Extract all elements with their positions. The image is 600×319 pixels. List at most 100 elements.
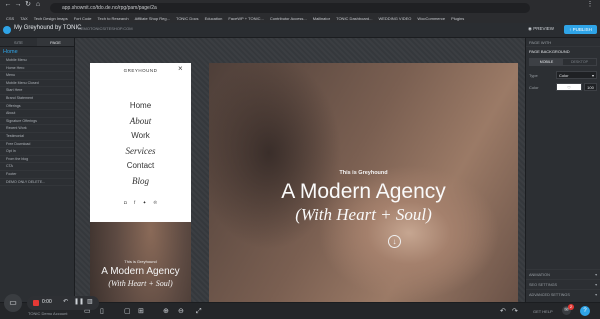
- publish-button[interactable]: ↑ PUBLISH: [564, 25, 597, 34]
- bookmark-item[interactable]: FaceWP + TONIC...: [228, 14, 263, 23]
- type-select[interactable]: Color ▾: [556, 71, 597, 79]
- section-list-item[interactable]: Signature Offerings: [0, 118, 74, 126]
- bookmark-item[interactable]: WooCommerce: [417, 14, 445, 23]
- toggle-mobile[interactable]: MOBILE: [530, 59, 563, 65]
- mobile-preview-frame[interactable]: GREYHOUND × Home About Work Services Contact…: [90, 63, 191, 302]
- section-list-item[interactable]: About: [0, 110, 74, 118]
- reload-icon[interactable]: ↻: [24, 1, 32, 9]
- help-icon[interactable]: ?: [580, 306, 590, 316]
- publish-label: PUBLISH: [572, 27, 592, 32]
- left-panel: SITE PAGE Home Mobile Menu Home Hero Menu M…: [0, 38, 75, 302]
- bookmark-item[interactable]: Tech to Research: [98, 14, 129, 23]
- section-list-label: CTA: [6, 164, 13, 169]
- instagram-icon[interactable]: ◘: [124, 200, 127, 205]
- bookmark-item[interactable]: Fort Code: [74, 14, 92, 23]
- settings-accordion-item[interactable]: ANIMATION ▾: [526, 269, 600, 279]
- get-help-button[interactable]: GET HELP: [533, 309, 553, 314]
- bookmark-item[interactable]: WEDDING VIDEO: [378, 14, 411, 23]
- section-list-item[interactable]: From the blog: [0, 156, 74, 164]
- bookmark-item[interactable]: Contributor Access...: [270, 14, 307, 23]
- forward-icon[interactable]: →: [14, 1, 22, 9]
- bookmark-item[interactable]: CSS: [6, 14, 14, 23]
- facebook-icon[interactable]: f: [134, 200, 135, 205]
- desktop-preview-frame[interactable]: This is Greyhound A Modern Agency (With …: [209, 63, 518, 302]
- section-list-item[interactable]: Start Here: [0, 87, 74, 95]
- section-list-label: Signature Offerings: [6, 118, 37, 123]
- section-list-item[interactable]: Home Hero: [0, 65, 74, 73]
- address-bar[interactable]: app.shownit.co/tdo.de.no/rpg/pam/page/2a: [50, 3, 530, 13]
- tab-page[interactable]: PAGE: [37, 38, 74, 46]
- bookmark-item[interactable]: Tech Design Imaps: [34, 14, 68, 23]
- section-list-item[interactable]: Free Download: [0, 141, 74, 149]
- mobile-menu-link[interactable]: Services: [90, 146, 191, 156]
- section-list-item[interactable]: Footer: [0, 171, 74, 179]
- color-swatch[interactable]: ♡: [556, 83, 582, 91]
- mobile-menu-panel: GREYHOUND × Home About Work Services Contact…: [90, 63, 191, 222]
- section-list-item[interactable]: Menu: [0, 72, 74, 80]
- back-icon[interactable]: ←: [4, 1, 12, 9]
- mobile-menu-brand: GREYHOUND: [123, 68, 158, 73]
- bookmark-item[interactable]: TONIC Dashboard...: [336, 14, 372, 23]
- close-icon[interactable]: ×: [178, 64, 183, 73]
- home-icon[interactable]: ⌂: [34, 1, 42, 9]
- section-header-home[interactable]: Home: [0, 47, 74, 57]
- section-list-item[interactable]: Mobile Menu: [0, 57, 74, 65]
- toggle-desktop[interactable]: DESKTOP: [563, 59, 596, 65]
- section-list-item[interactable]: CTA: [0, 163, 74, 171]
- bookmark-item[interactable]: TONIC Docs: [176, 14, 199, 23]
- monitor-icon[interactable]: ▢: [124, 308, 131, 316]
- bookmark-item[interactable]: Mailinator: [313, 14, 330, 23]
- desktop-view-icon[interactable]: ▭: [84, 308, 91, 316]
- editor-canvas: GREYHOUND × Home About Work Services Contact…: [75, 38, 525, 302]
- bookmark-item[interactable]: Plugins: [451, 14, 464, 23]
- zoom-out-icon[interactable]: ⊖: [178, 308, 184, 316]
- mobile-menu-link[interactable]: Contact: [90, 161, 191, 170]
- section-list-item[interactable]: Mobile Menu Closed: [0, 80, 74, 88]
- arrow-down-circle-icon[interactable]: ↓: [388, 235, 401, 248]
- tab-site[interactable]: SITE: [0, 38, 37, 46]
- browser-menu-icon[interactable]: ⋮: [586, 1, 594, 9]
- preview-label: PREVIEW: [533, 26, 554, 31]
- mobile-menu-link[interactable]: Work: [90, 131, 191, 140]
- camera-icon[interactable]: ▭: [4, 294, 22, 312]
- preview-button[interactable]: ◉ PREVIEW: [528, 26, 554, 32]
- chevron-down-icon: ▾: [591, 73, 594, 78]
- section-list-label: Footer: [6, 171, 17, 176]
- section-list-item[interactable]: Recent Work: [0, 125, 74, 133]
- browser-chrome: ← → ↻ ⌂ app.shownit.co/tdo.de.no/rpg/pam…: [0, 0, 600, 23]
- hero-kicker: This is Greyhound: [339, 170, 388, 176]
- fit-screen-icon[interactable]: ⤢: [196, 308, 202, 316]
- right-panel: PAGE WITH PAGE BACKGROUND MOBILE DESKTOP…: [525, 38, 600, 302]
- bookmark-item[interactable]: TAX: [20, 14, 27, 23]
- mobile-menu-link[interactable]: Home: [90, 101, 191, 110]
- trash-icon[interactable]: ▥: [87, 298, 93, 305]
- section-list-label: Testimonial: [6, 133, 24, 138]
- pause-icon[interactable]: ❚❚: [74, 298, 84, 305]
- color-label: Color: [529, 85, 539, 90]
- undo-icon[interactable]: ↶: [63, 298, 68, 305]
- bookmark-item[interactable]: Affiliate Shop Reg...: [135, 14, 170, 23]
- grid-icon[interactable]: ⊞: [138, 308, 144, 316]
- app-subtitle: DEMOTONICSITESHOP.COM: [78, 26, 133, 31]
- settings-accordion-item[interactable]: SEO SETTINGS ▾: [526, 279, 600, 289]
- bookmark-item[interactable]: Education: [205, 14, 223, 23]
- section-list-item[interactable]: Testimonial: [0, 133, 74, 141]
- record-stop-icon[interactable]: [33, 300, 39, 306]
- pinterest-icon[interactable]: ℗: [154, 200, 157, 205]
- hero-tagline: (With Heart + Soul): [295, 205, 432, 224]
- undo-action-icon[interactable]: ↶: [500, 308, 506, 316]
- section-list-item[interactable]: Opt In: [0, 148, 74, 156]
- twitter-icon[interactable]: ✦: [143, 200, 147, 205]
- tablet-view-icon[interactable]: ▯: [100, 308, 104, 316]
- settings-accordion-item[interactable]: ADVANCED SETTINGS ▾: [526, 289, 600, 299]
- mobile-menu-link[interactable]: About: [90, 116, 191, 126]
- panel-tabs: SITE PAGE: [0, 38, 74, 47]
- zoom-in-icon[interactable]: ⊕: [163, 308, 169, 316]
- section-list-item[interactable]: Offerings: [0, 103, 74, 111]
- section-list-item[interactable]: Brand Statement: [0, 95, 74, 103]
- color-opacity-input[interactable]: 100: [584, 83, 597, 91]
- redo-action-icon[interactable]: ↷: [512, 308, 518, 316]
- social-icons: ◘ f ✦ ℗: [90, 200, 191, 206]
- section-list-item[interactable]: DEMO ONLY DELETE...: [0, 179, 74, 187]
- mobile-menu-link[interactable]: Blog: [90, 176, 191, 186]
